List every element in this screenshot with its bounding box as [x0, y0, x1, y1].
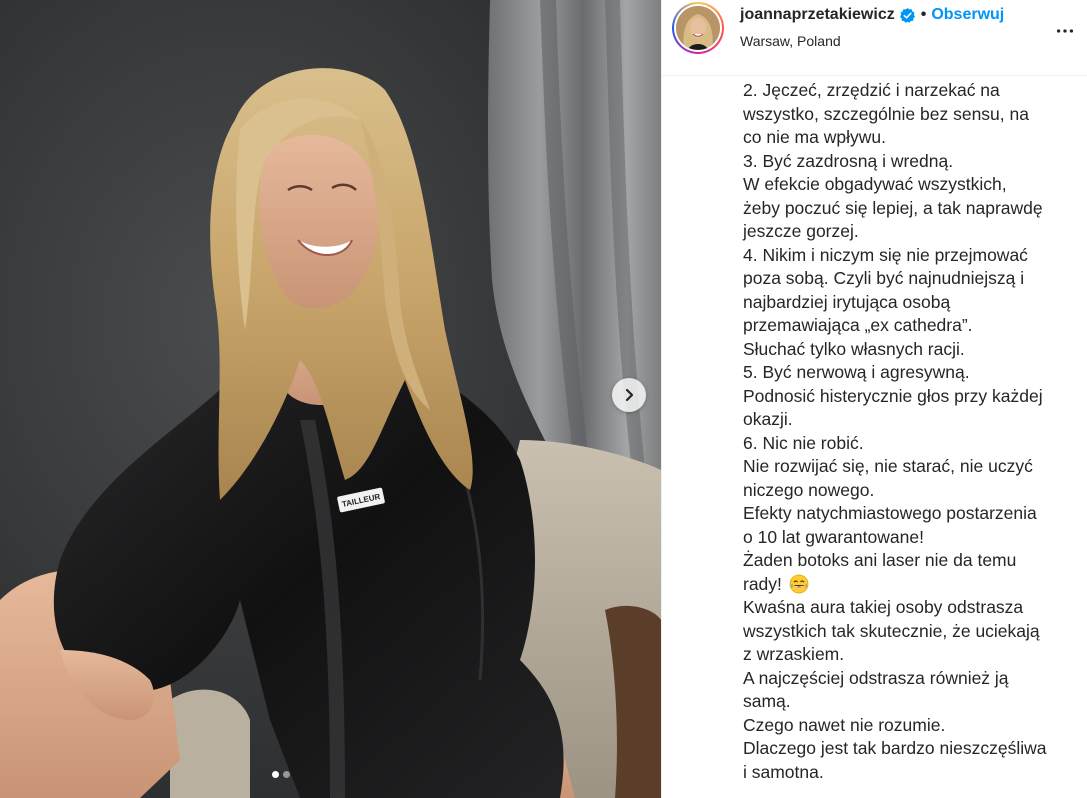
follow-button[interactable]: Obserwuj: [931, 6, 1004, 24]
more-options-button[interactable]: [1054, 20, 1076, 42]
caption-line: Nie rozwijać się, nie starać, nie uczyć: [743, 456, 1033, 476]
post-author-line: joannaprzetakiewicz • Obserwuj: [740, 6, 1004, 24]
caption-line: Kwaśna aura takiej osoby odstrasza: [743, 597, 1024, 617]
caption-line: wszystko, szczególnie bez sensu, na: [743, 103, 1029, 124]
caption-line: Żaden botoks ani laser nie da temu: [743, 550, 1017, 570]
location-link[interactable]: Warsaw, Poland: [740, 33, 841, 49]
post-details-panel: joannaprzetakiewicz • Obserwuj Warsaw, P…: [661, 0, 1087, 798]
post-media-carousel[interactable]: TAILLEUR: [0, 0, 661, 798]
caption-line: Słuchać tylko własnych racji.: [743, 338, 965, 359]
chevron-right-icon: [625, 388, 634, 402]
caption-line: 5. Być nerwową i agresywną.: [743, 362, 970, 382]
laughing-tears-emoji-icon: [789, 574, 809, 594]
caption-line: przemawiająca „ex cathedra”.: [743, 315, 973, 335]
caption-line: poza sobą. Czyli być najnudniejszą i: [743, 268, 1025, 288]
caption-line: żeby poczuć się lepiej, a tak naprawdę: [743, 197, 1043, 218]
caption-line: o 10 lat gwarantowane!: [743, 526, 924, 547]
caption-line: z wrzaskiem.: [743, 644, 845, 664]
carousel-dot-active: [272, 771, 279, 778]
caption-line: 4. Nikim i niczym się nie przejmować: [743, 244, 1028, 265]
username-link[interactable]: joannaprzetakiewicz: [740, 6, 895, 24]
caption-line: W efekcie obgadywać wszystkich,: [743, 174, 1007, 194]
caption-line: Efekty natychmiastowego postarzenia: [743, 503, 1037, 523]
caption-line: co nie ma wpływu.: [743, 127, 886, 147]
story-ring[interactable]: [672, 2, 724, 54]
carousel-dot: [283, 771, 290, 778]
caption-line: samą.: [743, 691, 791, 711]
caption-line: Dlaczego jest tak bardzo nieszczęśliwa: [743, 738, 1047, 758]
caption-line: Czego nawet nie rozumie.: [743, 714, 946, 735]
separator-dot: •: [920, 6, 927, 23]
post-caption: 2. Jęczeć, zrzędzić i narzekać na wszystk…: [743, 79, 1073, 784]
caption-line: okazji.: [743, 409, 793, 429]
caption-line: 2. Jęczeć, zrzędzić i narzekać na: [743, 80, 1000, 100]
post-photo: TAILLEUR: [0, 0, 661, 798]
instagram-post-view: TAILLEUR joannaprzetakiewicz • Obserwuj …: [0, 0, 1087, 798]
caption-line: najbardziej irytująca osobą: [743, 291, 951, 312]
caption-line: rady!: [743, 573, 1073, 597]
caption-line: jeszcze gorzej.: [743, 221, 859, 241]
more-options-icon: [1056, 29, 1074, 33]
avatar[interactable]: [676, 6, 720, 50]
caption-line: Podnosić histerycznie głos przy każdej: [743, 385, 1043, 406]
caption-line: wszystkich tak skutecznie, że uciekają: [743, 620, 1040, 641]
post-header: joannaprzetakiewicz • Obserwuj Warsaw, P…: [662, 0, 1087, 76]
caption-line: niczego nowego.: [743, 479, 875, 500]
avatar-image: [676, 6, 720, 50]
next-slide-button[interactable]: [612, 378, 646, 412]
caption-line: A najczęściej odstrasza również ją: [743, 667, 1009, 688]
caption-line: 6. Nic nie robić.: [743, 432, 864, 453]
caption-line: i samotna.: [743, 761, 824, 782]
verified-badge-icon: [899, 7, 916, 24]
carousel-indicator: [272, 771, 290, 778]
caption-line: 3. Być zazdrosną i wredną.: [743, 150, 954, 171]
